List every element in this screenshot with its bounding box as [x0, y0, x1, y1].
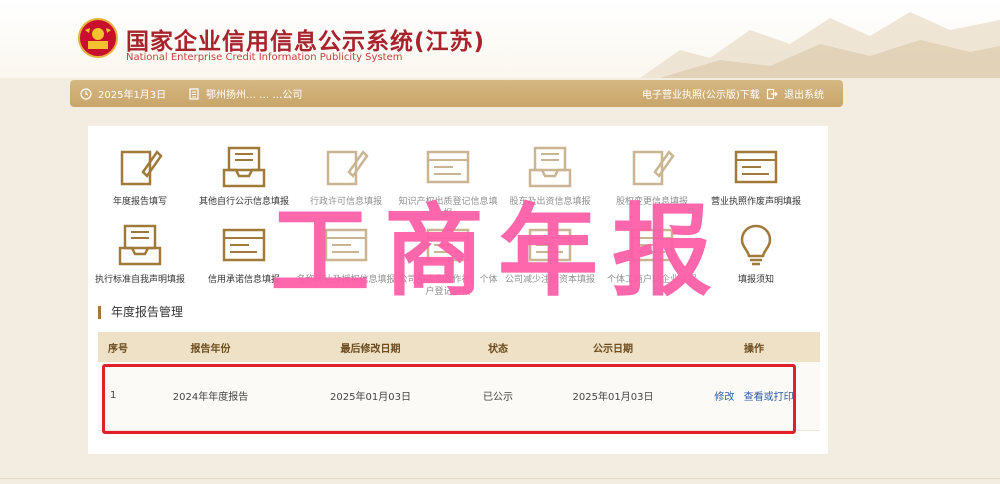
footer-divider	[0, 478, 1000, 479]
pencil-doc-icon	[120, 150, 163, 186]
tile-label: 执行标准自我声明填报	[94, 275, 185, 285]
table-row: 1 2024年年度报告 2025年01月03日 已公示 2025年01月03日 …	[98, 362, 820, 431]
window-doc-icon	[734, 150, 778, 184]
logout-label[interactable]: 退出系统	[784, 86, 824, 101]
building-icon	[189, 87, 199, 100]
section-title: 年度报告管理	[98, 306, 183, 319]
col-header: 状态	[458, 332, 538, 362]
col-header: 报告年份	[138, 332, 283, 362]
cell-modified: 2025年01月03日	[283, 362, 458, 431]
national-emblem-icon	[78, 18, 118, 58]
edit-link[interactable]: 修改	[714, 392, 734, 403]
cell-actions: 修改 查看或打印	[688, 362, 820, 431]
site-subtitle: National Enterprise Credit Information P…	[126, 52, 403, 63]
inbox-doc-icon	[222, 146, 266, 188]
col-header: 操作	[688, 332, 820, 362]
logout-button[interactable]: 退出系统	[766, 80, 824, 107]
annual-report-table: 序号 报告年份 最后修改日期 状态 公示日期 操作 1 2024年年度报告 20…	[98, 332, 820, 431]
user-navbar: 2025年1月3日 鄂州扬州… … …公司 电子营业执照(公示版)下载 退出系统	[70, 80, 843, 107]
tile-annual-report[interactable]: 年度报告填写	[90, 144, 190, 208]
tile-standard-declaration[interactable]: 执行标准自我声明填报	[90, 222, 190, 286]
clock-icon	[80, 87, 92, 100]
license-download-label[interactable]: 电子营业执照(公示版)下载	[642, 86, 760, 101]
logout-icon[interactable]	[766, 88, 778, 100]
mountain-decoration	[640, 12, 1000, 78]
site-title: 国家企业信用信息公示系统(江苏)	[126, 29, 486, 55]
cell-status: 已公示	[458, 362, 538, 431]
cell-published: 2025年01月03日	[538, 362, 688, 431]
date-display: 2025年1月3日	[80, 80, 166, 107]
table-header-row: 序号 报告年份 最后修改日期 状态 公示日期 操作	[98, 332, 820, 362]
site-header: 国家企业信用信息公示系统(江苏) National Enterprise Cre…	[0, 0, 1000, 78]
company-name: 鄂州扬州… … …公司	[206, 90, 303, 101]
col-header: 最后修改日期	[283, 332, 458, 362]
tile-label: 年度报告填写	[112, 197, 167, 207]
cell-index: 1	[98, 362, 138, 431]
col-header: 公示日期	[538, 332, 688, 362]
inbox-doc-icon	[118, 224, 162, 266]
cell-year: 2024年年度报告	[138, 362, 283, 431]
date-text: 2025年1月3日	[98, 90, 167, 101]
company-display: 鄂州扬州… … …公司	[188, 80, 302, 107]
col-header: 序号	[98, 332, 138, 362]
window-doc-icon	[222, 228, 266, 262]
watermark-text: 工商年报	[270, 193, 726, 310]
license-download-link[interactable]: 电子营业执照(公示版)下载	[642, 80, 760, 107]
lightbulb-icon	[740, 224, 772, 266]
view-print-link[interactable]: 查看或打印	[744, 392, 794, 403]
